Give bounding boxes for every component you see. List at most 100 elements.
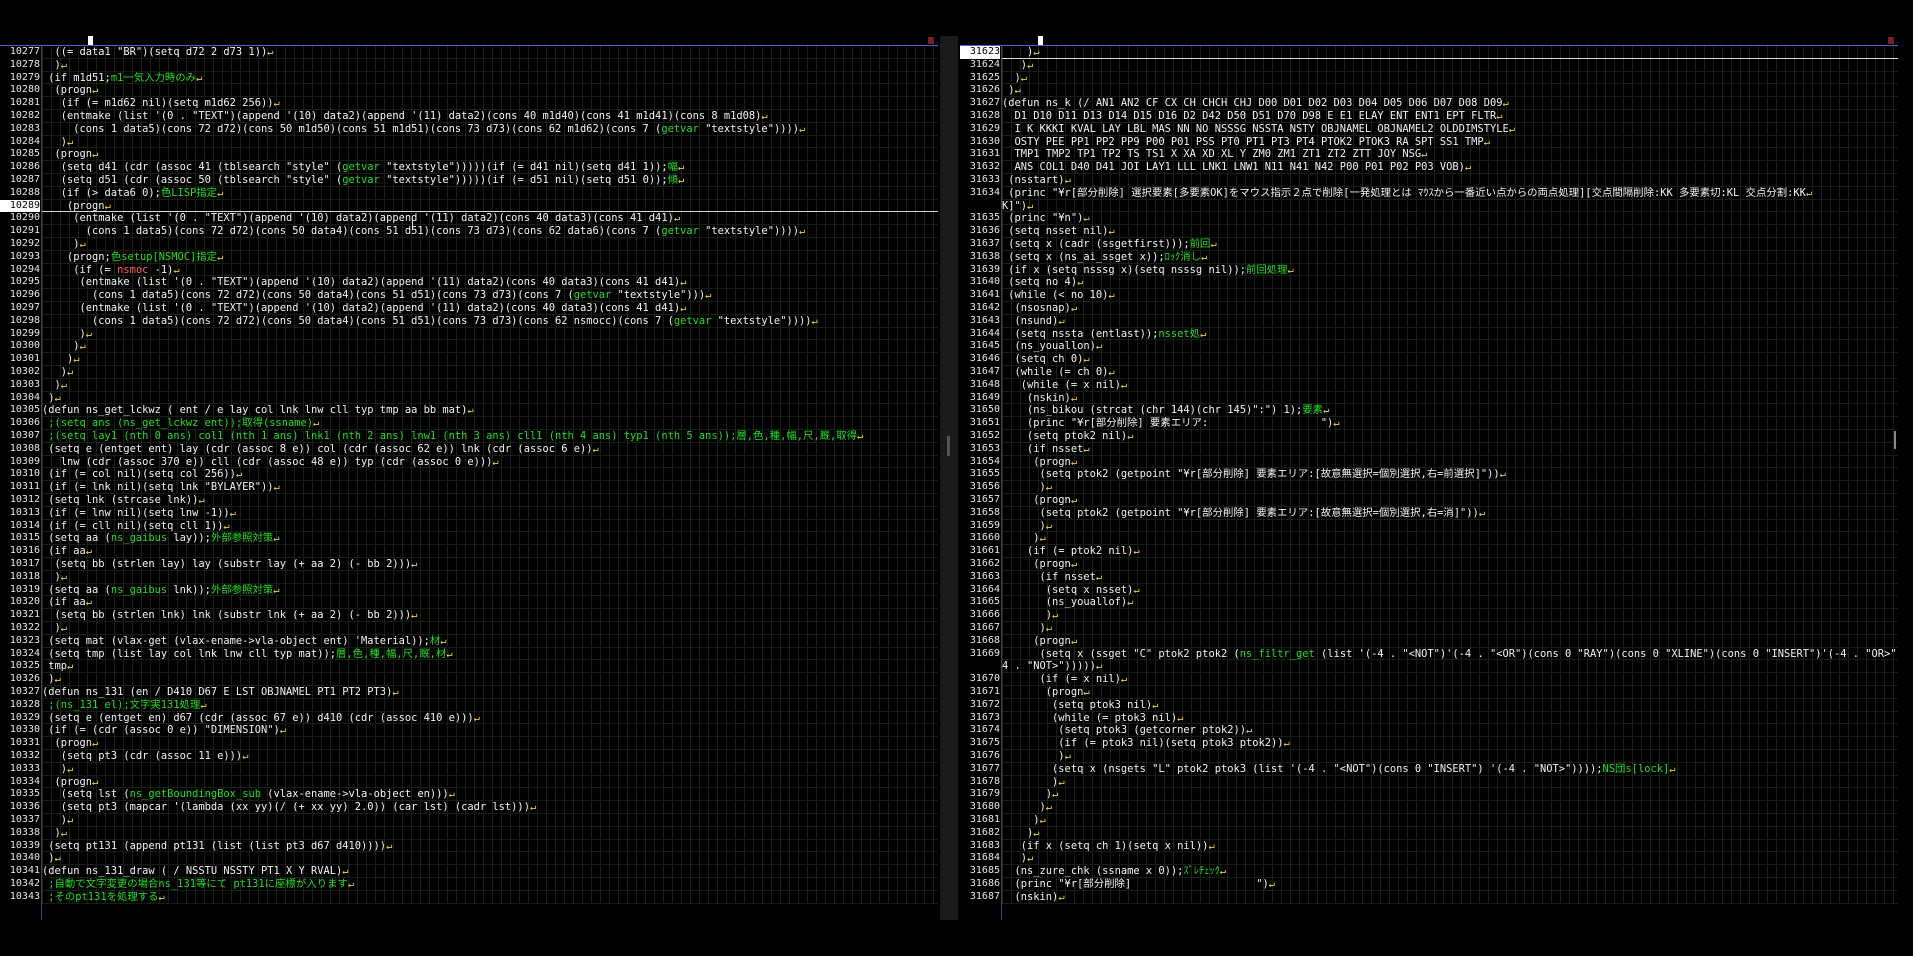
code-line[interactable]: (if aa↵ [42, 596, 938, 610]
code-line[interactable]: )↵ [42, 762, 938, 776]
code-line[interactable]: (setq aa (ns_gaibus lay));外部参照対策↵ [42, 532, 938, 546]
code-line[interactable]: (setq nssta (entlast));nsset処↵ [1002, 327, 1898, 341]
code-line[interactable]: ;そのpt131を処理する↵ [42, 890, 938, 904]
code-line[interactable]: (entmake (list '(0 . "TEXT")(append '(10… [42, 276, 938, 290]
code-line[interactable]: )↵ [42, 852, 938, 866]
code-line[interactable]: )↵ [42, 366, 938, 379]
code-line[interactable]: tmp↵ [42, 660, 938, 674]
code-line[interactable]: (if (= ptok3 nil)(setq ptok3 ptok2))↵ [1002, 737, 1898, 750]
code-line[interactable]: )↵ [1002, 750, 1898, 763]
code-line[interactable]: (setq x nsset)↵ [1002, 583, 1898, 597]
code-line[interactable]: (cons 1 data5)(cons 72 d72)(cons 50 m1d5… [42, 122, 938, 136]
code-line[interactable]: )↵ [42, 622, 938, 635]
code-line[interactable]: (setq x (ssget "C" ptok2 ptok2 (ns_filtr… [1002, 647, 1898, 661]
code-line[interactable]: )↵ [42, 340, 938, 354]
code-line[interactable]: (ns_bikou (strcat (chr 144)(chr 145)":")… [1002, 404, 1898, 418]
code-line[interactable]: (if nsset↵ [1002, 570, 1898, 584]
code-line[interactable]: (nsund)↵ [1002, 314, 1898, 328]
code-line[interactable]: (entmake (list '(0 . "TEXT")(append '(10… [42, 110, 938, 123]
code-line[interactable]: (if (> data6 0);色LISP指定↵ [42, 186, 938, 200]
code-line[interactable]: (if (= nsmoc -1)↵ [42, 263, 938, 277]
code-line[interactable]: )↵ [42, 238, 938, 251]
code-line[interactable]: K]")↵ [1002, 199, 1898, 213]
code-line[interactable]: (progn↵ [42, 775, 938, 789]
code-line[interactable]: (defun ns_k (/ AN1 AN2 CF CX CH CHCH CHJ… [1002, 97, 1898, 110]
code-line[interactable]: (setq bb (strlen lay) lay (substr lay (+… [42, 558, 938, 571]
code-line[interactable]: (setq x (ns_ai_ssget x));ﾛｯｸ消し↵ [1002, 250, 1898, 264]
code-line[interactable]: (setq ch 0)↵ [1002, 353, 1898, 366]
code-line[interactable]: (setq x (nsgets "L" ptok2 ptok3 (list '(… [1002, 762, 1898, 776]
code-line[interactable]: (nskin)↵ [1002, 890, 1898, 904]
code-line[interactable]: )↵ [1002, 775, 1898, 789]
code-line[interactable]: )↵ [42, 673, 938, 686]
code-line[interactable]: )↵ [42, 814, 938, 827]
code-line[interactable]: )↵ [1002, 84, 1898, 98]
code-line[interactable]: (if (= cll nil)(setq cll 1))↵ [42, 519, 938, 533]
code-line[interactable]: (while (< no 10)↵ [1002, 289, 1898, 302]
code-line[interactable]: (setq no 4)↵ [1002, 276, 1898, 290]
code-line[interactable]: )↵ [42, 570, 938, 584]
code-line[interactable]: )↵ [42, 353, 938, 366]
code-line[interactable]: (entmake (list '(0 . "TEXT")(append '(10… [42, 212, 938, 226]
code-line[interactable]: (progn↵ [1002, 686, 1898, 699]
code-line[interactable]: (ns_zure_chk (ssname x 0));ｽﾞﾚﾁｪｯｸ↵ [1002, 865, 1898, 878]
code-line[interactable]: (if m1d51;m1一気入力時のみ↵ [42, 71, 938, 85]
code-line[interactable]: )↵ [42, 135, 938, 149]
code-line[interactable]: )↵ [1002, 532, 1898, 546]
code-line[interactable]: (nsosnap)↵ [1002, 302, 1898, 315]
code-line[interactable]: (setq nsset nil)↵ [1002, 225, 1898, 238]
code-line[interactable]: (princ "¥r[部分削除] ")↵ [1002, 878, 1898, 891]
code-line[interactable]: (setq ptok2 nil)↵ [1002, 430, 1898, 443]
code-line[interactable]: (progn↵ [1002, 494, 1898, 507]
code-line[interactable]: (princ "¥n")↵ [1002, 212, 1898, 226]
code-line[interactable]: )↵ [1002, 801, 1898, 814]
code-line[interactable]: (progn;色setup[NSMOC]指定↵ [42, 250, 938, 264]
editor-pane-right[interactable]: 31623 )↵ 31624 )↵ 31625 )↵ 31626 )↵ 31627 (de… [960, 36, 1898, 920]
vertical-scrollbar[interactable] [1892, 46, 1898, 920]
code-line[interactable]: (if nsset↵ [1002, 442, 1898, 456]
code-line[interactable]: )↵ [1002, 519, 1898, 533]
code-line[interactable]: )↵ [1002, 788, 1898, 802]
code-line[interactable]: TMP1 TMP2 TP1 TP2 TS TS1 X XA XD XL Y ZM… [1002, 148, 1898, 162]
code-line[interactable]: (entmake (list '(0 . "TEXT")(append '(10… [42, 302, 938, 315]
code-line[interactable]: (setq d51 (cdr (assoc 50 (tblsearch "sty… [42, 174, 938, 187]
code-line[interactable]: (if (= m1d62 nil)(setq m1d62 256))↵ [42, 97, 938, 110]
code-line[interactable]: )↵ [42, 391, 938, 405]
code-line[interactable]: )↵ [1002, 609, 1898, 622]
code-line[interactable]: (setq ptok3 (getcorner ptok2))↵ [1002, 724, 1898, 738]
code-line[interactable]: (setq lnk (strcase lnk))↵ [42, 494, 938, 507]
code-line[interactable]: (progn↵ [42, 84, 938, 98]
splitter-grip-icon[interactable] [947, 436, 950, 456]
code-line[interactable]: (setq ptok2 (getpoint "¥r[部分削除] 要素エリア:[故… [1002, 506, 1898, 520]
code-line[interactable]: (setq aa (ns_gaibus lnk));外部参照対策↵ [42, 583, 938, 597]
code-line[interactable]: ;自動で文字変更の場合ns_131等にて pt131に座標が入ります↵ [42, 878, 938, 891]
code-line[interactable]: (if (= x nil)↵ [1002, 673, 1898, 686]
pane-splitter[interactable] [940, 36, 958, 920]
code-line[interactable]: (ns_youallon)↵ [1002, 340, 1898, 354]
code-line[interactable]: D1 D10 D11 D13 D14 D15 D16 D2 D42 D50 D5… [1002, 110, 1898, 123]
code-line[interactable]: (defun ns_131_draw ( / NSSTU NSSTY PT1 X… [42, 865, 938, 878]
code-line[interactable]: OSTY PEE PP1 PP2 PP9 P00 P01 PSS PT0 PT1… [1002, 135, 1898, 149]
code-line[interactable]: (setq bb (strlen lnk) lnk (substr lnk (+… [42, 609, 938, 622]
code-line[interactable]: (cons 1 data5)(cons 72 d72)(cons 50 data… [42, 225, 938, 238]
code-line[interactable]: )↵ [42, 58, 938, 72]
code-line[interactable]: (setq e (entget ent) lay (cdr (assoc 8 e… [42, 442, 938, 456]
code-line[interactable]: (while (= x nil)↵ [1002, 378, 1898, 392]
code-line[interactable]: )↵ [1002, 622, 1898, 635]
editor-pane-left[interactable]: 10277 ((= data1 "BR")(setq d72 2 d73 1))… [0, 36, 938, 920]
code-line[interactable]: (setq ptok3 nil)↵ [1002, 698, 1898, 712]
code-line[interactable]: (if (= lnk nil)(setq lnk "BYLAYER"))↵ [42, 481, 938, 494]
code-line[interactable]: (if x (setq ch 1)(setq x nil))↵ [1002, 839, 1898, 853]
code-line[interactable]: I K KKKI KVAL LAY LBL MAS NN NO NSSSG NS… [1002, 122, 1898, 136]
code-line[interactable]: (if aa↵ [42, 545, 938, 558]
code-line[interactable]: )↵ [1002, 58, 1898, 72]
code-line[interactable]: ;(setq lay1 (nth 0 ans) col1 (nth 1 ans)… [42, 430, 938, 443]
code-line[interactable]: (progn↵ [1002, 455, 1898, 469]
code-line[interactable]: (progn↵ [1002, 558, 1898, 571]
code-line[interactable]: (cons 1 data5)(cons 72 d72)(cons 50 data… [42, 314, 938, 328]
code-line[interactable]: (ns_youallof)↵ [1002, 596, 1898, 610]
code-line[interactable]: )↵ [42, 826, 938, 840]
code-line[interactable]: (setq pt3 (mapcar '(lambda (xx yy)(/ (+ … [42, 801, 938, 814]
code-line[interactable]: (setq pt131 (append pt131 (list (list pt… [42, 839, 938, 853]
code-line[interactable]: (progn↵ [42, 737, 938, 750]
